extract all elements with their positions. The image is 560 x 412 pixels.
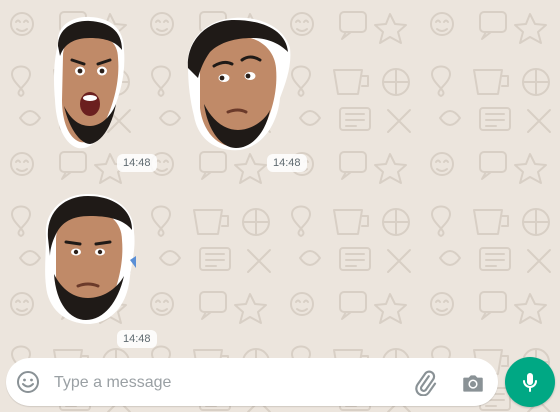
message-timestamp: 14:48 [267, 154, 307, 172]
emoji-icon[interactable] [16, 370, 40, 394]
message-timestamp: 14:48 [117, 154, 157, 172]
sticker-message-3[interactable] [40, 190, 138, 328]
message-input[interactable] [52, 368, 386, 398]
paperclip-icon[interactable] [412, 370, 438, 396]
microphone-icon [523, 373, 537, 392]
sticker-message-2[interactable] [184, 14, 296, 154]
camera-icon[interactable] [460, 370, 486, 396]
message-composer [6, 358, 498, 406]
message-timestamp: 14:48 [117, 330, 157, 348]
sticker-message-1[interactable] [50, 14, 130, 152]
send-voice-button[interactable] [505, 357, 555, 407]
